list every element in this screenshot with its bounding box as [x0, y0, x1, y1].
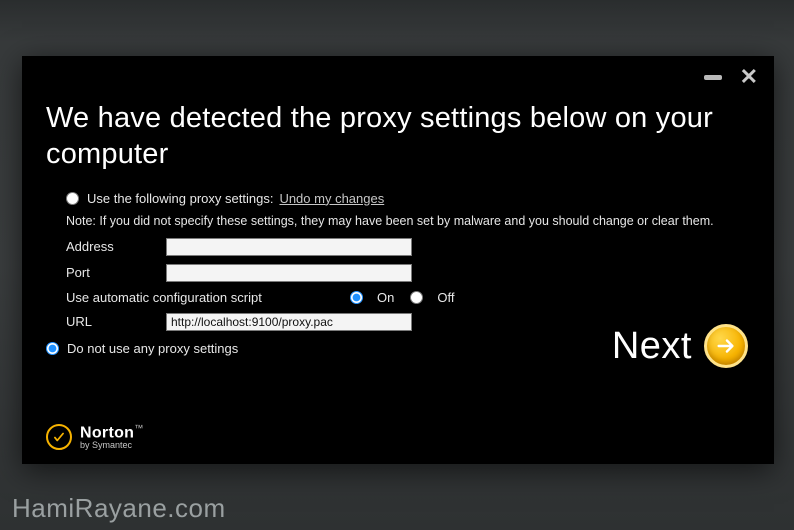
option-do-not-use[interactable]: Do not use any proxy settings [46, 341, 556, 356]
url-input[interactable] [166, 313, 412, 331]
option-use-following[interactable]: Use the following proxy settings: Undo m… [66, 191, 556, 206]
radio-acs-on[interactable] [350, 291, 363, 304]
brand-byline: by Symantec [80, 441, 143, 450]
use-following-label: Use the following proxy settings: [87, 191, 273, 206]
arrow-right-icon [704, 324, 748, 368]
brand-logo: Norton™ by Symantec [46, 424, 143, 450]
off-label[interactable]: Off [437, 290, 454, 305]
acs-label: Use automatic configuration script [66, 290, 350, 305]
radio-acs-off[interactable] [410, 291, 423, 304]
radio-use-following[interactable] [66, 192, 79, 205]
next-label: Next [612, 325, 692, 368]
window-controls: ✕ [704, 66, 758, 88]
port-input[interactable] [166, 264, 412, 282]
address-input[interactable] [166, 238, 412, 256]
proxy-settings-dialog: ✕ We have detected the proxy settings be… [22, 56, 774, 464]
address-label: Address [66, 239, 166, 254]
acs-toggle-group: On Off [350, 290, 464, 305]
on-label[interactable]: On [377, 290, 394, 305]
next-button[interactable]: Next [612, 324, 748, 368]
dialog-heading: We have detected the proxy settings belo… [46, 100, 750, 173]
proxy-form: Use the following proxy settings: Undo m… [46, 191, 556, 356]
undo-changes-link[interactable]: Undo my changes [279, 191, 384, 206]
minimize-button[interactable] [704, 75, 722, 80]
brand-name: Norton [80, 424, 134, 441]
checkmark-circle-icon [46, 424, 72, 450]
do-not-use-label: Do not use any proxy settings [67, 341, 238, 356]
url-label: URL [66, 314, 166, 329]
watermark-text: HamiRayane.com [12, 493, 226, 524]
close-button[interactable]: ✕ [740, 66, 758, 88]
port-label: Port [66, 265, 166, 280]
malware-note: Note: If you did not specify these setti… [66, 214, 786, 228]
radio-do-not-use[interactable] [46, 342, 59, 355]
